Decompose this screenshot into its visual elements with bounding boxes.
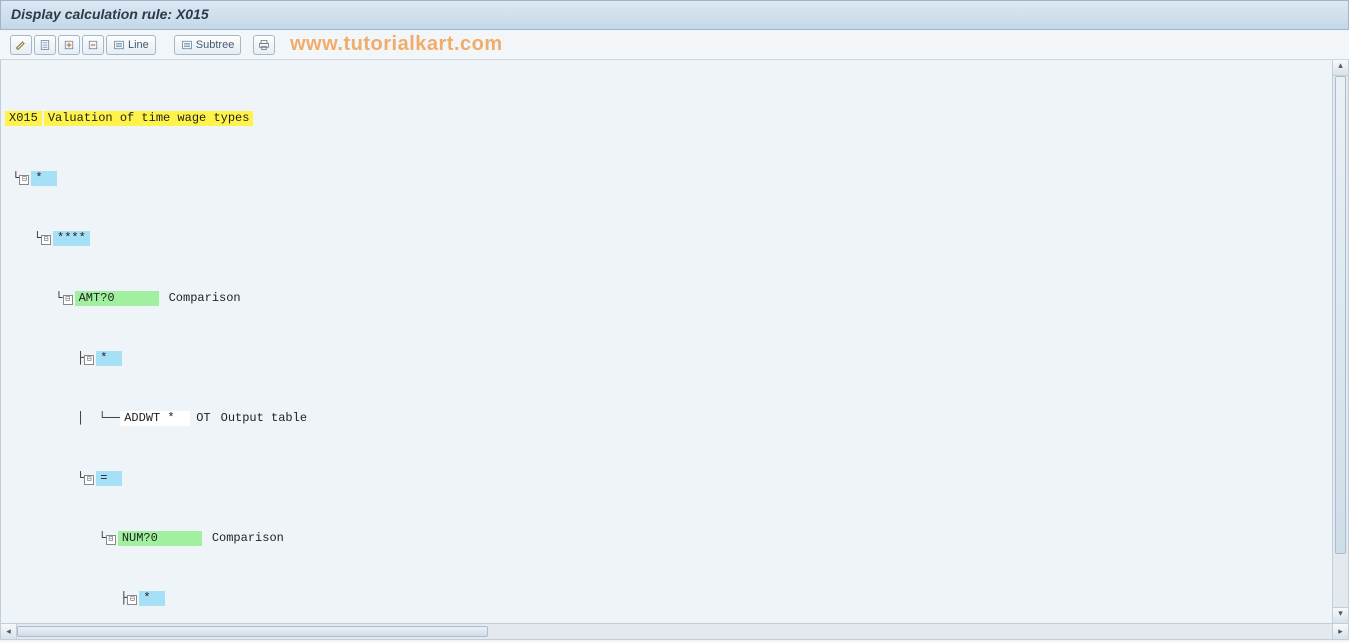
scroll-left-button[interactable]: ◂ <box>1 624 17 639</box>
scroll-thumb[interactable] <box>1335 76 1346 554</box>
tree-node: ├⊟* <box>5 351 1344 366</box>
tree-root: X015 Valuation of time wage types <box>5 111 1344 126</box>
tree-content: X015 Valuation of time wage types └⊟* └⊟… <box>0 60 1349 624</box>
tree-leaf: │ └──ADDWT *OTOutput table <box>5 411 1344 426</box>
scroll-track[interactable] <box>1333 76 1348 607</box>
tree-node: └⊟* <box>5 171 1344 186</box>
calculation-rule-tree[interactable]: X015 Valuation of time wage types └⊟* └⊟… <box>1 60 1348 624</box>
scroll-up-button[interactable]: ▴ <box>1333 60 1348 76</box>
title-bar: Display calculation rule: X015 <box>0 0 1349 30</box>
vertical-scrollbar[interactable]: ▴ ▾ <box>1332 60 1348 623</box>
root-desc: Valuation of time wage types <box>44 111 254 126</box>
page-title: Display calculation rule: X015 <box>11 6 209 22</box>
expand-button[interactable] <box>58 35 80 55</box>
scroll-down-button[interactable]: ▾ <box>1333 607 1348 623</box>
attributes-button[interactable] <box>34 35 56 55</box>
watermark: www.tutorialkart.com <box>290 33 503 56</box>
subtree-button[interactable]: Subtree <box>174 35 242 55</box>
tree-node: └⊟NUM?0Comparison <box>5 531 1344 546</box>
toolbar: Line Subtree www.tutorialkart.com <box>0 30 1349 60</box>
collapse-button[interactable] <box>82 35 104 55</box>
toggle-display-button[interactable] <box>10 35 32 55</box>
print-button[interactable] <box>253 35 275 55</box>
line-button-label: Line <box>128 39 149 51</box>
horizontal-scrollbar[interactable]: ◂ ▸ <box>0 624 1349 640</box>
line-button[interactable]: Line <box>106 35 156 55</box>
root-code: X015 <box>5 111 42 126</box>
tree-node: ├⊟* <box>5 591 1344 606</box>
subtree-button-label: Subtree <box>196 39 235 51</box>
tree-node: └⊟**** <box>5 231 1344 246</box>
hscroll-thumb[interactable] <box>17 626 488 637</box>
tree-node: └⊟= <box>5 471 1344 486</box>
tree-node: └⊟AMT?0Comparison <box>5 291 1344 306</box>
scroll-right-button[interactable]: ▸ <box>1332 624 1348 639</box>
